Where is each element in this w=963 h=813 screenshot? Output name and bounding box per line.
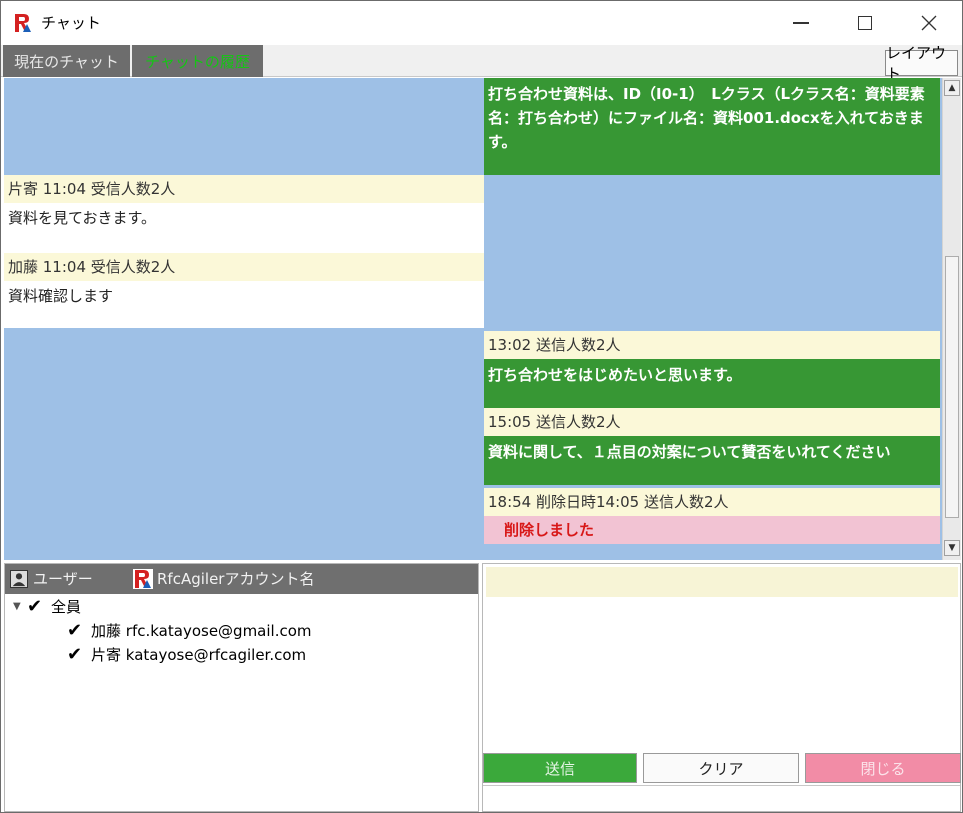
checkbox-all[interactable]: ✔ <box>27 598 45 616</box>
message-body: 打ち合わせをはじめたいと思います。 <box>484 359 940 408</box>
message-meta: 13:02 送信人数2人 <box>484 331 940 359</box>
message-body: 資料を見ておきます。 <box>4 203 484 253</box>
sent-message: 打ち合わせ資料は、ID（I0-1） Lクラス（Lクラス名：資料要素名：打ち合わせ… <box>484 78 940 175</box>
user-name: 片寄 <box>91 646 122 664</box>
send-button[interactable]: 送信 <box>483 753 637 783</box>
message-meta: 18:54 削除日時14:05 送信人数2人 <box>484 488 940 516</box>
minimize-icon <box>793 22 809 24</box>
sent-message: 15:05 送信人数2人 資料に関して、１点目の対案について賛否をいれてください <box>484 408 940 485</box>
minimize-button[interactable] <box>770 1 832 45</box>
clear-button[interactable]: クリア <box>643 753 799 783</box>
tab-current-chat[interactable]: 現在のチャット <box>3 45 130 77</box>
message-body-deleted: 削除しました <box>484 516 940 544</box>
user-row[interactable]: ✔ 片寄 katayose@rfcagiler.com <box>67 645 306 665</box>
user-list-header: ユーザー RfcAgilerアカウント名 <box>5 564 478 594</box>
window-title: チャット <box>41 14 101 32</box>
message-meta: 15:05 送信人数2人 <box>484 408 940 436</box>
tree-row-all[interactable]: ▼ ✔ 全員 <box>13 597 81 617</box>
close-button[interactable]: 閉じる <box>805 753 961 783</box>
maximize-icon <box>858 16 872 30</box>
user-column-label: ユーザー <box>33 570 93 588</box>
status-strip <box>483 785 960 811</box>
layout-button[interactable]: レイアウト <box>885 44 958 83</box>
rfc-agiler-logo-icon <box>13 13 33 33</box>
subject-input[interactable] <box>486 567 958 597</box>
user-row[interactable]: ✔ 加藤 rfc.katayose@gmail.com <box>67 621 312 641</box>
received-message: 加藤 11:04 受信人数2人 資料確認します <box>4 253 484 328</box>
all-label: 全員 <box>51 598 82 616</box>
chat-scrollbar[interactable]: ▲ ▼ <box>942 78 961 560</box>
title-bar: チャット <box>1 1 962 45</box>
message-body: 打ち合わせ資料は、ID（I0-1） Lクラス（Lクラス名：資料要素名：打ち合わせ… <box>484 78 940 175</box>
message-meta: 片寄 11:04 受信人数2人 <box>4 175 484 203</box>
compose-panel: 送信 クリア 閉じる <box>482 563 961 812</box>
user-name: 加藤 <box>91 622 122 640</box>
user-icon <box>10 570 28 588</box>
user-email: katayose@rfcagiler.com <box>125 646 307 664</box>
tab-chat-history[interactable]: チャットの履歴 <box>132 45 263 77</box>
scroll-down-arrow-icon[interactable]: ▼ <box>944 540 960 556</box>
user-email: rfc.katayose@gmail.com <box>125 622 312 640</box>
account-column-label: RfcAgilerアカウント名 <box>157 570 315 588</box>
scroll-up-arrow-icon[interactable]: ▲ <box>944 80 960 96</box>
close-icon <box>921 15 937 31</box>
close-window-button[interactable] <box>898 1 960 45</box>
rfc-agiler-logo-icon <box>133 569 153 589</box>
chat-window: チャット 現在のチャット チャットの履歴 レイアウト 打ち合わせ資料は、ID（I… <box>0 0 963 813</box>
chat-log[interactable]: 打ち合わせ資料は、ID（I0-1） Lクラス（Lクラス名：資料要素名：打ち合わせ… <box>4 78 942 560</box>
scroll-thumb[interactable] <box>945 256 959 518</box>
message-meta: 加藤 11:04 受信人数2人 <box>4 253 484 281</box>
user-checkbox[interactable]: ✔ <box>67 646 85 664</box>
received-message: 片寄 11:04 受信人数2人 資料を見ておきます。 <box>4 175 484 253</box>
message-body: 資料に関して、１点目の対案について賛否をいれてください <box>484 436 940 485</box>
maximize-button[interactable] <box>834 1 896 45</box>
user-panel: ユーザー RfcAgilerアカウント名 ▼ ✔ 全員 ✔ 加藤 rfc.kat… <box>4 563 479 812</box>
deleted-message: 18:54 削除日時14:05 送信人数2人 削除しました <box>484 488 940 544</box>
message-body: 資料確認します <box>4 281 484 328</box>
user-checkbox[interactable]: ✔ <box>67 622 85 640</box>
sent-message: 13:02 送信人数2人 打ち合わせをはじめたいと思います。 <box>484 331 940 408</box>
tab-bar: 現在のチャット チャットの履歴 レイアウト <box>1 44 962 83</box>
collapse-arrow-icon[interactable]: ▼ <box>13 597 27 617</box>
